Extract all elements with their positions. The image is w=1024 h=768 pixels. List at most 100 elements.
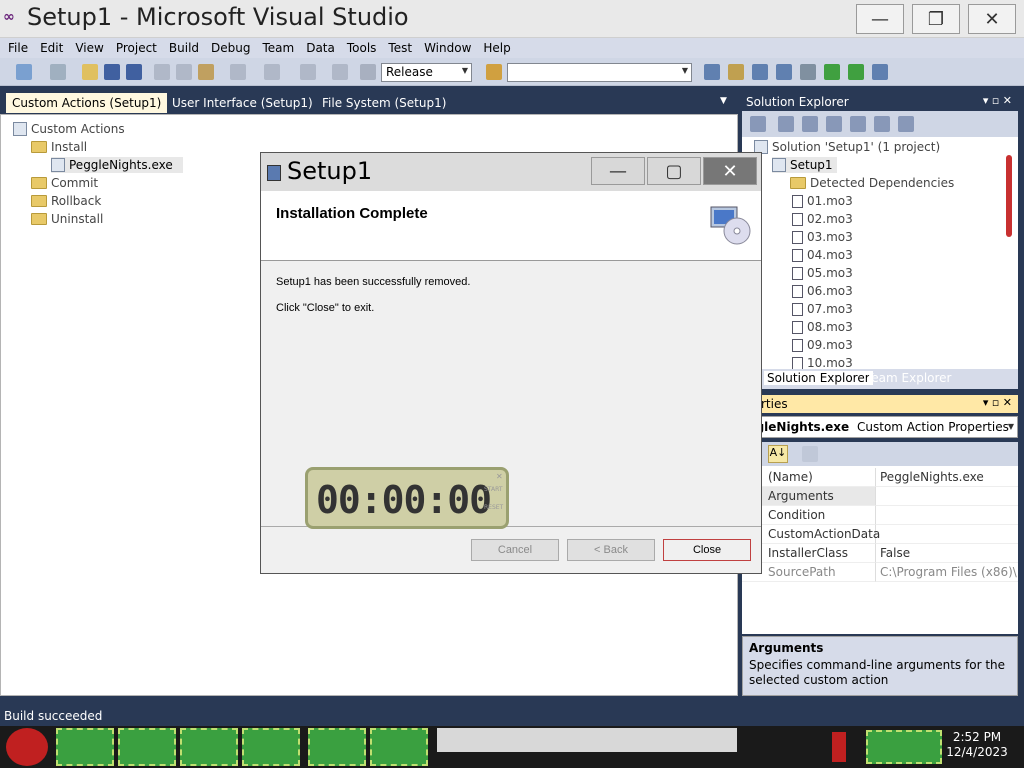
start-debugging-icon[interactable] [360, 64, 376, 80]
file-node[interactable]: 05.mo3 [792, 265, 853, 281]
chrome-taskbar-icon[interactable] [180, 728, 238, 766]
property-pages-icon[interactable] [802, 446, 818, 462]
restore-button[interactable]: ❐ [912, 4, 960, 34]
dependencies-node[interactable]: Detected Dependencies [790, 175, 954, 191]
scrollbar-thumb[interactable] [1006, 155, 1012, 237]
tree-node-commit[interactable]: Commit [31, 175, 98, 191]
timer-close-icon[interactable]: ✕ [496, 472, 503, 481]
registry-editor-icon[interactable] [850, 116, 866, 132]
dialog-minimize-button[interactable]: — [591, 157, 645, 185]
tab-team-explorer[interactable]: Team Explorer [866, 371, 952, 385]
property-row[interactable]: Condition [742, 506, 1018, 525]
properties-window-icon[interactable] [728, 64, 744, 80]
menu-tools[interactable]: Tools [341, 41, 383, 55]
menu-build[interactable]: Build [163, 41, 205, 55]
menu-file[interactable]: File [2, 41, 34, 55]
solution-node[interactable]: Solution 'Setup1' (1 project) [754, 139, 940, 155]
alphabetical-sort-icon[interactable]: A↓ [768, 445, 788, 463]
back-button[interactable]: < Back [567, 539, 655, 561]
file-node[interactable]: 02.mo3 [792, 211, 853, 227]
menu-help[interactable]: Help [477, 41, 516, 55]
show-all-files-icon[interactable] [778, 116, 794, 132]
setup-taskbar-icon[interactable] [308, 728, 366, 766]
tab-overflow-chevron-icon[interactable]: ▼ [720, 96, 727, 106]
windows-security-taskbar-icon[interactable] [370, 728, 428, 766]
command-window-icon[interactable] [872, 64, 888, 80]
visual-studio-taskbar-icon[interactable] [242, 728, 300, 766]
property-row[interactable]: InstallerClass False [742, 544, 1018, 563]
tab-solution-explorer[interactable]: Solution Explorer [764, 371, 873, 385]
navigate-backward-icon[interactable] [300, 64, 316, 80]
system-tray-icons[interactable] [866, 730, 942, 764]
new-project-icon[interactable] [16, 64, 32, 80]
property-row[interactable]: SourcePathC:\Program Files (x86)\Pop [742, 563, 1018, 582]
dialog-maximize-button[interactable]: ▢ [647, 157, 701, 185]
property-value[interactable]: False [876, 544, 1018, 563]
open-file-icon[interactable] [82, 64, 98, 80]
taskbar-clock[interactable]: 2:52 PM 12/4/2023 [944, 730, 1010, 764]
redo-icon[interactable] [264, 64, 280, 80]
toolbox-icon[interactable] [776, 64, 792, 80]
menu-data[interactable]: Data [300, 41, 341, 55]
file-node[interactable]: 04.mo3 [792, 247, 853, 263]
pane-controls[interactable]: ▾ ▫ ✕ [983, 94, 1012, 107]
menu-debug[interactable]: Debug [205, 41, 256, 55]
tab-user-interface[interactable]: User Interface (Setup1) [166, 93, 319, 113]
paste-icon[interactable] [198, 64, 214, 80]
file-node[interactable]: 08.mo3 [792, 319, 853, 335]
close-window-button[interactable]: ✕ [968, 4, 1016, 34]
user-interface-editor-icon[interactable] [898, 116, 914, 132]
property-value[interactable]: PeggleNights.exe [876, 468, 1018, 487]
project-node[interactable]: Setup1 [772, 157, 837, 173]
file-node[interactable]: 10.mo3 [792, 355, 853, 369]
menu-edit[interactable]: Edit [34, 41, 69, 55]
cut-icon[interactable] [154, 64, 170, 80]
file-node[interactable]: 03.mo3 [792, 229, 853, 245]
find-in-files-icon[interactable] [486, 64, 502, 80]
refresh-icon[interactable] [802, 116, 818, 132]
minimize-button[interactable]: — [856, 4, 904, 34]
cancel-button[interactable]: Cancel [471, 539, 559, 561]
property-row[interactable]: (Name) PeggleNights.exe [742, 468, 1018, 487]
timer-start-button[interactable]: START [484, 486, 503, 493]
tree-root-custom-actions[interactable]: Custom Actions [13, 121, 125, 137]
property-row[interactable]: Arguments [742, 487, 1018, 506]
add-item-icon[interactable] [50, 64, 66, 80]
start-button-icon[interactable] [6, 728, 48, 766]
extension-manager-icon[interactable] [848, 64, 864, 80]
navigate-forward-icon[interactable] [332, 64, 348, 80]
start-page-icon[interactable] [824, 64, 840, 80]
property-value[interactable] [876, 487, 1018, 506]
file-node[interactable]: 06.mo3 [792, 283, 853, 299]
file-system-editor-icon[interactable] [826, 116, 842, 132]
undo-icon[interactable] [230, 64, 246, 80]
file-explorer-taskbar-icon[interactable] [118, 728, 176, 766]
menu-project[interactable]: Project [110, 41, 163, 55]
pane-controls[interactable]: ▾ ▫ ✕ [983, 396, 1012, 409]
menu-view[interactable]: View [69, 41, 109, 55]
timer-reset-button[interactable]: RESET [484, 504, 503, 511]
tree-node-install[interactable]: Install [31, 139, 87, 155]
properties-object-select[interactable]: ggleNights.exe Custom Action Properties … [742, 416, 1018, 438]
solution-explorer-icon[interactable] [704, 64, 720, 80]
object-browser-icon[interactable] [752, 64, 768, 80]
property-value[interactable] [876, 506, 1018, 525]
menu-window[interactable]: Window [418, 41, 477, 55]
properties-icon[interactable] [750, 116, 766, 132]
find-combo[interactable]: ▼ [507, 63, 692, 82]
tree-node-peggle-nights[interactable]: PeggleNights.exe [51, 157, 183, 173]
save-all-icon[interactable] [126, 64, 142, 80]
file-node[interactable]: 01.mo3 [792, 193, 853, 209]
close-button[interactable]: Close [663, 539, 751, 561]
tools-icon[interactable] [800, 64, 816, 80]
menu-test[interactable]: Test [382, 41, 418, 55]
tab-file-system[interactable]: File System (Setup1) [316, 93, 452, 113]
tab-custom-actions[interactable]: Custom Actions (Setup1) [6, 93, 168, 113]
solution-configuration-select[interactable]: Release ▼ [381, 63, 472, 82]
dialog-close-button[interactable]: ✕ [703, 157, 757, 185]
file-node[interactable]: 07.mo3 [792, 301, 853, 317]
property-value[interactable] [876, 525, 1018, 544]
file-types-editor-icon[interactable] [874, 116, 890, 132]
tree-node-rollback[interactable]: Rollback [31, 193, 101, 209]
tree-node-uninstall[interactable]: Uninstall [31, 211, 103, 227]
